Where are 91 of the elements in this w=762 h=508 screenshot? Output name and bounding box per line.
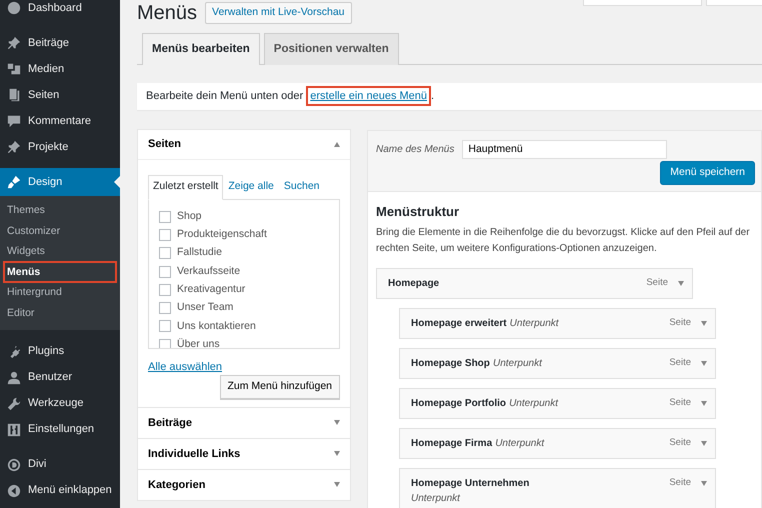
sidebar-item[interactable]: Dashboard xyxy=(0,0,120,21)
submenu-item[interactable]: Themes xyxy=(0,200,120,221)
checkbox-label: Uns kontaktieren xyxy=(177,318,256,334)
period-text: . xyxy=(431,90,434,102)
dropdown-arrow-icon xyxy=(701,360,707,366)
sidebar-item[interactable]: Beiträge xyxy=(0,30,120,56)
media-icon xyxy=(7,62,21,76)
sidebar-item[interactable]: Benutzer xyxy=(0,364,120,391)
item-title: Homepage erweitert xyxy=(411,318,507,330)
submenu-item[interactable]: Menüs xyxy=(4,262,116,282)
notice-text: Bearbeite dein Menü unten oder xyxy=(146,90,304,102)
checkbox-label: Produkteigenschaft xyxy=(177,227,267,242)
pin-icon xyxy=(7,140,21,154)
checkbox[interactable] xyxy=(159,266,171,278)
brush-icon xyxy=(7,175,21,189)
checkbox[interactable] xyxy=(159,247,171,260)
save-menu-button[interactable]: Menü speichern xyxy=(660,160,755,184)
item-title: Homepage Shop xyxy=(411,358,490,370)
sidebar-item[interactable]: Menü einklappen xyxy=(0,478,120,504)
item-title: Homepage xyxy=(388,278,440,290)
comment-icon xyxy=(7,114,21,128)
item-subtitle: Unterpunkt xyxy=(492,358,542,370)
field-label: Name des Menüs xyxy=(376,142,454,157)
user-icon xyxy=(7,370,21,385)
collapse-icon xyxy=(7,484,21,498)
create-menu-link[interactable]: erstelle ein neues Menü xyxy=(306,86,432,106)
sidebar-item[interactable]: Plugins xyxy=(0,338,120,365)
checkbox[interactable] xyxy=(159,320,171,332)
tab[interactable]: Positionen verwalten xyxy=(264,33,399,66)
dropdown-arrow-icon xyxy=(701,320,707,326)
item-type: Seite xyxy=(646,276,668,290)
checkbox-label: Über uns xyxy=(177,336,220,348)
item-type: Seite xyxy=(669,436,691,450)
item-type: Seite xyxy=(669,316,691,330)
item-subtitle: Unterpunkt xyxy=(495,438,544,450)
panel-tab[interactable]: Suchen xyxy=(278,174,325,198)
live-preview-button[interactable]: Verwalten mit Live-Vorschau xyxy=(205,2,352,24)
sidebar-item[interactable]: Seiten xyxy=(0,82,120,108)
item-title: Homepage Firma xyxy=(411,438,492,450)
sidebar-item[interactable]: Einstellungen xyxy=(0,416,120,443)
pages-icon xyxy=(7,88,21,102)
submenu-item[interactable]: Hintergrund xyxy=(0,282,120,303)
section-heading: Menüstruktur xyxy=(376,204,460,220)
tab[interactable]: Menüs bearbeiten xyxy=(142,33,260,66)
item-type: Seite xyxy=(669,396,691,410)
item-type: Seite xyxy=(669,356,691,370)
checkbox-label: Unser Team xyxy=(177,300,234,316)
dropdown-arrow-icon xyxy=(678,280,684,286)
submenu-item[interactable]: Editor xyxy=(0,302,120,324)
checkbox-label: Fallstudie xyxy=(177,245,222,260)
item-subtitle: Unterpunkt xyxy=(510,318,559,330)
page-title: Menüs xyxy=(137,1,198,25)
description-text: Bring die Elemente in die Reihenfolge die du bevorzugst. Klicke auf den Pfeil auf der rechten Seite, um weitere Konfigurations-Optionen anzuzeigen. xyxy=(376,226,751,256)
dropdown-arrow-icon xyxy=(701,440,707,446)
checkbox-label: Verkaufsseite xyxy=(177,264,240,279)
panel-tab[interactable]: Zuletzt erstellt xyxy=(148,174,224,200)
sidebar-item[interactable]: Divi xyxy=(0,452,120,478)
menu-name-field[interactable]: Hauptmenü xyxy=(462,140,668,159)
menu-item[interactable]: Homepage Shop Unterpunkt Seite xyxy=(399,348,716,380)
checkbox[interactable] xyxy=(159,302,171,314)
add-to-menu-button[interactable]: Zum Menü hinzufügen xyxy=(220,375,340,399)
submenu-item[interactable]: Widgets xyxy=(0,241,120,262)
menu-item[interactable]: Homepage Firma Unterpunkt Seite xyxy=(399,428,716,460)
checkbox-label: Shop xyxy=(177,208,202,224)
dropdown-arrow-icon xyxy=(701,480,707,486)
sidebar-item[interactable]: Medien xyxy=(0,56,120,82)
checkbox[interactable] xyxy=(159,228,171,241)
sliders-icon xyxy=(7,422,21,437)
pin-icon xyxy=(7,36,21,50)
item-subtitle: Unterpunkt xyxy=(411,493,460,504)
item-title: Homepage Unternehmen xyxy=(411,478,530,490)
item-subtitle: Unterpunkt xyxy=(509,398,558,410)
checkbox[interactable] xyxy=(159,338,171,348)
submenu-item[interactable]: Customizer xyxy=(0,220,120,242)
menu-item[interactable]: Homepage Seite xyxy=(376,268,693,300)
panel-tab[interactable]: Zeige alle xyxy=(223,174,279,198)
checkbox-label: Kreativagentur xyxy=(177,282,246,297)
wrench-icon xyxy=(7,396,21,411)
sidebar-item[interactable]: Werkzeuge xyxy=(0,390,120,417)
checkbox[interactable] xyxy=(159,284,171,296)
item-title: Homepage Portfolio xyxy=(411,398,506,410)
select-all-link[interactable]: Alle auswählen xyxy=(148,358,222,375)
menu-item[interactable]: Homepage Unternehmen Unterpunkt Seite xyxy=(399,468,716,508)
sidebar-item[interactable]: Design xyxy=(0,168,120,196)
sidebar-item[interactable]: Projekte xyxy=(0,134,120,160)
menu-item[interactable]: Homepage Portfolio Unterpunkt Seite xyxy=(399,388,716,420)
menu-item[interactable]: Homepage erweitert Unterpunkt Seite xyxy=(399,308,716,340)
dropdown-arrow-icon xyxy=(701,400,707,406)
item-type: Seite xyxy=(669,476,691,490)
sidebar-item[interactable]: Kommentare xyxy=(0,108,120,134)
checkbox[interactable] xyxy=(159,210,171,223)
